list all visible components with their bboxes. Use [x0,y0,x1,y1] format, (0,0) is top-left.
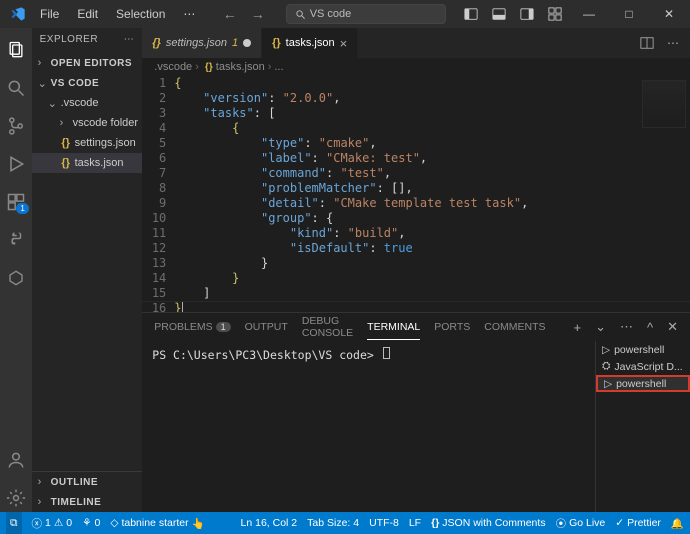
status-prettier[interactable]: ✓ Prettier [615,516,661,531]
open-editors-section[interactable]: ›OPEN EDITORS [32,53,143,73]
status-remote-icon[interactable]: ⧉ [6,512,22,534]
explorer-icon[interactable] [2,36,30,64]
terminal-side-list: ▷powershell ⛭JavaScript D... ▷powershell [595,341,690,512]
nav-forward-icon[interactable]: → [246,3,270,25]
extensions-icon[interactable]: 1 [2,188,30,216]
terminal-item-powershell-2[interactable]: ▷powershell [596,375,690,392]
panel-tab-debug[interactable]: DEBUG CONSOLE [302,309,353,345]
status-encoding[interactable]: UTF-8 [369,516,399,531]
menu-edit[interactable]: Edit [69,4,106,24]
panel-more-icon[interactable]: ⋯ [620,319,633,335]
menu-more[interactable]: ⋯ [175,4,203,24]
search-placeholder: VS code [310,8,352,20]
status-tab-size[interactable]: Tab Size: 4 [307,516,359,531]
layout-secondary-sidebar-icon[interactable] [516,3,538,25]
maximize-panel-icon[interactable]: ^ [647,320,653,335]
close-tab-icon[interactable]: × [340,36,348,51]
terminal-dropdown-icon[interactable]: ⌄ [595,319,606,335]
menu-file[interactable]: File [32,4,67,24]
split-editor-icon[interactable] [640,36,658,50]
outline-section[interactable]: ›OUTLINE [32,472,143,492]
menu-selection[interactable]: Selection [108,4,173,24]
status-bar: ⧉ ⓧ 1 ⚠ 0 ⚘ 0 ◇ tabnine starter 👆 Ln 16,… [0,512,690,534]
root-folder[interactable]: ⌄VS CODE [32,73,143,93]
bug-icon: ⛭ [602,360,610,373]
status-language[interactable]: {} JSON with Comments [431,516,545,531]
minimize-button[interactable]: — [572,0,606,28]
terminal-item-powershell-1[interactable]: ▷powershell [596,341,690,358]
panel-tab-terminal[interactable]: TERMINAL [367,315,420,340]
titlebar-right: — □ ✕ [460,0,686,28]
hex-icon[interactable] [2,264,30,292]
status-go-live[interactable]: ⦿ Go Live [556,516,606,531]
title-bar: File Edit Selection ⋯ ← → VS code — □ ✕ [0,0,690,28]
tab-tasks-json[interactable]: {} tasks.json × [262,28,358,58]
bottom-panel: PROBLEMS1 OUTPUT DEBUG CONSOLE TERMINAL … [142,312,690,512]
run-debug-icon[interactable] [2,150,30,178]
editor-group: {} settings.json 1 {} tasks.json × ⋯ .vs… [142,28,690,512]
breadcrumb[interactable]: .vscode› {} tasks.json›... [142,58,690,76]
extensions-badge: 1 [16,203,28,214]
search-activity-icon[interactable] [2,74,30,102]
explorer-sidebar: EXPLORER ⋯ ›OPEN EDITORS ⌄VS CODE ⌄.vsco… [32,28,143,512]
status-eol[interactable]: LF [409,516,421,531]
panel-tab-output[interactable]: OUTPUT [245,315,288,339]
timeline-section[interactable]: ›TIMELINE [32,492,143,512]
explorer-more-icon[interactable]: ⋯ [124,34,135,45]
line-gutter: 1234 5678 9101112 13141516 [142,76,174,312]
panel-tab-comments[interactable]: COMMENTS [484,315,545,339]
source-control-icon[interactable] [2,112,30,140]
explorer-title: EXPLORER [40,34,98,45]
status-bell-icon[interactable]: 🔔 [671,516,684,531]
vscode-logo-icon [10,6,26,22]
terminal-icon: ▷ [602,344,610,356]
status-ports[interactable]: ⚘ 0 [82,517,100,529]
search-icon [295,9,306,20]
terminal[interactable]: PS C:\Users\PC3\Desktop\VS code> [142,341,595,512]
python-icon[interactable] [2,226,30,254]
item-settings-json[interactable]: {}settings.json [32,133,143,153]
minimap[interactable] [642,80,686,128]
terminal-prompt: PS C:\Users\PC3\Desktop\VS code> [152,348,374,362]
nav-back-icon[interactable]: ← [218,3,242,25]
status-tabnine[interactable]: ◇ tabnine starter 👆 [110,517,204,530]
layout-primary-sidebar-icon[interactable] [460,3,482,25]
accounts-icon[interactable] [2,446,30,474]
menu-bar: File Edit Selection ⋯ [32,4,203,24]
panel-tabs: PROBLEMS1 OUTPUT DEBUG CONSOLE TERMINAL … [142,313,690,341]
file-tree: ›OPEN EDITORS ⌄VS CODE ⌄.vscode ›vscode … [32,51,143,175]
nav-arrows: ← → [218,3,270,25]
layout-panel-icon[interactable] [488,3,510,25]
terminal-item-jsdebug[interactable]: ⛭JavaScript D... [596,358,690,375]
code-editor[interactable]: 1234 5678 9101112 13141516 { "version": … [142,76,690,312]
sidebar-bottom: ›OUTLINE ›TIMELINE [32,471,143,512]
json-file-icon: {} [152,37,161,49]
code-content: { "version": "2.0.0", "tasks": [ { "type… [174,76,528,312]
folder-vscode[interactable]: ⌄.vscode [32,93,143,113]
close-panel-icon[interactable]: ✕ [667,319,678,335]
close-button[interactable]: ✕ [652,0,686,28]
new-terminal-icon[interactable]: + [573,320,581,335]
tab-more-icon[interactable]: ⋯ [664,36,682,50]
panel-tab-problems[interactable]: PROBLEMS1 [154,315,230,339]
item-vscode-folder[interactable]: ›vscode folder [32,113,143,133]
terminal-cursor [383,347,390,359]
json-file-icon: {} [272,37,281,49]
item-tasks-json[interactable]: {}tasks.json [32,153,143,173]
terminal-icon: ▷ [604,378,612,390]
status-line-col[interactable]: Ln 16, Col 2 [241,516,298,531]
activity-bar: 1 [0,28,32,512]
settings-gear-icon[interactable] [2,484,30,512]
main-area: 1 EXPLORER ⋯ ›OPEN EDITORS ⌄VS CODE ⌄.vs… [0,28,690,512]
tab-settings-json[interactable]: {} settings.json 1 [142,28,262,58]
maximize-button[interactable]: □ [612,0,646,28]
customize-layout-icon[interactable] [544,3,566,25]
command-center-search[interactable]: VS code [286,4,446,24]
modified-dot-icon [243,39,251,47]
status-errors[interactable]: ⓧ 1 ⚠ 0 [32,516,73,531]
panel-tab-ports[interactable]: PORTS [434,315,470,339]
editor-tabs: {} settings.json 1 {} tasks.json × ⋯ [142,28,690,58]
